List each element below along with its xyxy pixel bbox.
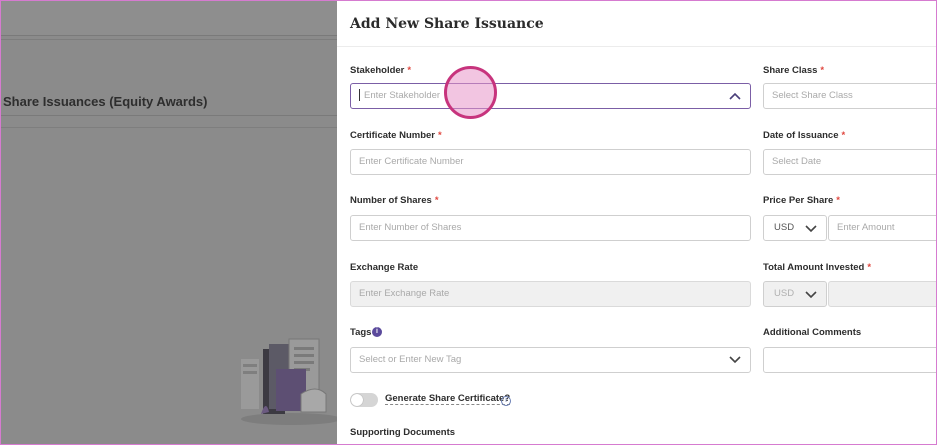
additional-comments-textarea[interactable] <box>763 347 936 373</box>
drawer-header: Add New Share Issuance <box>337 1 936 47</box>
date-of-issuance-label: Date of Issuance * <box>763 130 845 141</box>
background-topbar <box>1 1 341 36</box>
total-amount-input[interactable] <box>828 281 936 307</box>
currency-value: USD <box>774 222 795 233</box>
total-amount-invested-label: Total Amount Invested * <box>763 262 871 273</box>
exchange-rate-label: Exchange Rate <box>350 262 419 273</box>
stakeholder-label: Stakeholder * <box>350 65 411 76</box>
add-share-issuance-drawer: Add New Share Issuance Stakeholder * Ente… <box>337 1 936 444</box>
additional-comments-label: Additional Comments <box>763 327 862 338</box>
chevron-up-icon[interactable] <box>728 90 742 102</box>
number-of-shares-label: Number of Shares * <box>350 195 439 206</box>
price-currency-select[interactable]: USD <box>763 215 827 241</box>
price-amount-input[interactable]: Enter Amount <box>828 215 936 241</box>
share-class-select[interactable]: Select Share Class <box>763 83 936 109</box>
required-asterisk: * <box>438 130 442 141</box>
screen: Share Issuances (Equity Awards) Add New … <box>0 0 937 445</box>
generate-certificate-label: Generate Share Certificate? <box>385 393 511 405</box>
share-class-label-text: Share Class <box>763 65 818 76</box>
date-of-issuance-picker[interactable]: Select Date <box>763 149 936 175</box>
chevron-down-icon[interactable] <box>804 223 818 235</box>
number-of-shares-label-text: Number of Shares <box>350 195 432 206</box>
divider <box>1 39 341 40</box>
required-asterisk: * <box>867 262 872 273</box>
required-asterisk: * <box>434 195 439 206</box>
number-of-shares-input[interactable]: Enter Number of Shares <box>350 215 751 241</box>
section-title: Share Issuances (Equity Awards) <box>3 94 208 109</box>
price-per-share-label: Price Per Share * <box>763 195 840 206</box>
total-currency-select[interactable]: USD <box>763 281 827 307</box>
generate-certificate-toggle[interactable] <box>350 393 378 407</box>
stakeholder-placeholder: Enter Stakeholder <box>364 90 441 101</box>
supporting-documents-label: Supporting Documents <box>350 427 456 438</box>
required-asterisk: * <box>407 65 412 76</box>
certificate-number-label: Certificate Number * <box>350 130 442 141</box>
empty-state-illustration <box>241 338 341 425</box>
stakeholder-label-text: Stakeholder <box>350 65 405 76</box>
background-page: Share Issuances (Equity Awards) <box>1 1 341 444</box>
chevron-down-icon[interactable] <box>728 354 742 366</box>
divider <box>1 115 341 116</box>
chevron-down-icon[interactable] <box>804 289 818 301</box>
tags-label: Tags <box>350 327 372 338</box>
required-asterisk: * <box>841 130 846 141</box>
toggle-knob <box>351 394 363 406</box>
stakeholder-select[interactable]: Enter Stakeholder <box>350 83 751 109</box>
total-amount-label-text: Total Amount Invested <box>763 262 865 273</box>
text-caret <box>359 89 360 102</box>
divider <box>1 127 341 128</box>
required-asterisk: * <box>836 195 840 206</box>
currency-value: USD <box>774 288 795 299</box>
share-class-label: Share Class * <box>763 65 824 76</box>
help-icon[interactable]: i <box>501 396 511 406</box>
info-icon[interactable]: i <box>372 327 382 337</box>
certificate-number-input[interactable]: Enter Certificate Number <box>350 149 751 175</box>
drawer-title: Add New Share Issuance <box>350 16 544 32</box>
required-asterisk: * <box>820 65 825 76</box>
tags-placeholder: Select or Enter New Tag <box>359 354 462 365</box>
price-per-share-label-text: Price Per Share <box>763 195 834 206</box>
certificate-number-label-text: Certificate Number <box>350 130 435 141</box>
date-of-issuance-label-text: Date of Issuance <box>763 130 839 141</box>
tags-select[interactable]: Select or Enter New Tag <box>350 347 751 373</box>
exchange-rate-input[interactable]: Enter Exchange Rate <box>350 281 751 307</box>
